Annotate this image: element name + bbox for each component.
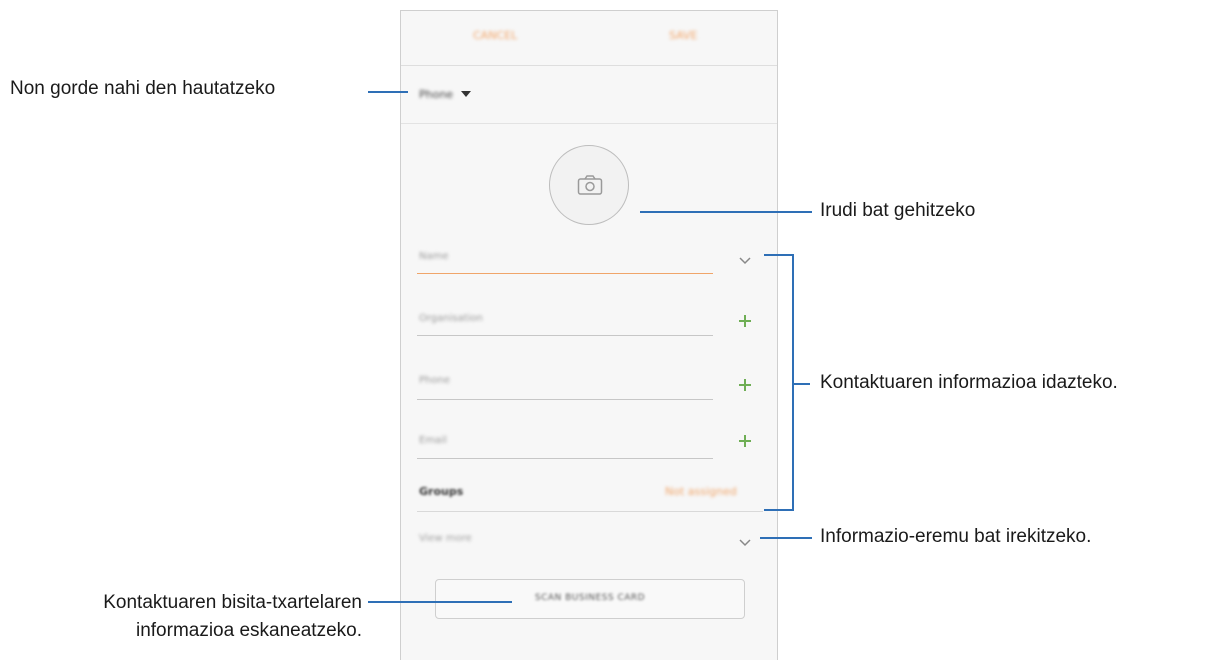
name-field-underline [417,273,713,274]
save-button[interactable]: SAVE [669,29,697,42]
callout-image: Irudi bat gehitzeko [820,200,976,221]
scan-business-card-button[interactable]: SCAN BUSINESS CARD [435,579,745,619]
callout-scan-line1: Kontaktuaren bisita-txartelaren [103,592,362,613]
storage-location-selector[interactable]: Phone [419,83,472,105]
callout-line [760,537,812,539]
camera-icon [577,175,603,195]
add-phone-plus-icon[interactable] [737,377,753,393]
organisation-field-underline [417,335,713,336]
divider [401,123,777,124]
storage-location-label: Phone [419,87,454,101]
callout-line [640,211,812,213]
callout-storage: Non gorde nahi den hautatzeko [10,78,276,99]
chevron-down-icon[interactable] [739,257,751,265]
callout-line [794,383,810,385]
groups-value[interactable]: Not assigned [665,485,737,498]
groups-label[interactable]: Groups [419,485,463,498]
dropdown-caret-icon [461,91,472,97]
phone-field[interactable]: Phone [419,375,450,386]
callout-scan-line2: informazioa eskaneatzeko. [135,620,362,641]
email-field-underline [417,458,713,459]
name-field[interactable]: Name [419,251,449,262]
add-organisation-plus-icon[interactable] [737,313,753,329]
add-photo-button[interactable] [549,145,629,225]
callout-open-field: Informazio-eremu bat irekitzeko. [820,526,1092,547]
callout-contact-info: Kontaktuaren informazioa idazteko. [820,372,1118,393]
organisation-field[interactable]: Organisation [419,313,483,324]
phone-field-underline [417,399,713,400]
chevron-down-icon[interactable] [739,539,751,547]
callout-line [368,601,512,603]
bracket-line [764,509,794,511]
phone-screen: CANCEL SAVE Phone Name Organisation Phon… [400,10,778,660]
cancel-button[interactable]: CANCEL [473,29,517,42]
divider [417,511,763,512]
callout-line [368,91,408,93]
top-bar: CANCEL SAVE [401,11,777,66]
add-email-plus-icon[interactable] [737,433,753,449]
email-field[interactable]: Email [419,435,447,446]
view-more-button[interactable]: View more [419,533,472,544]
bracket-line [764,254,794,256]
